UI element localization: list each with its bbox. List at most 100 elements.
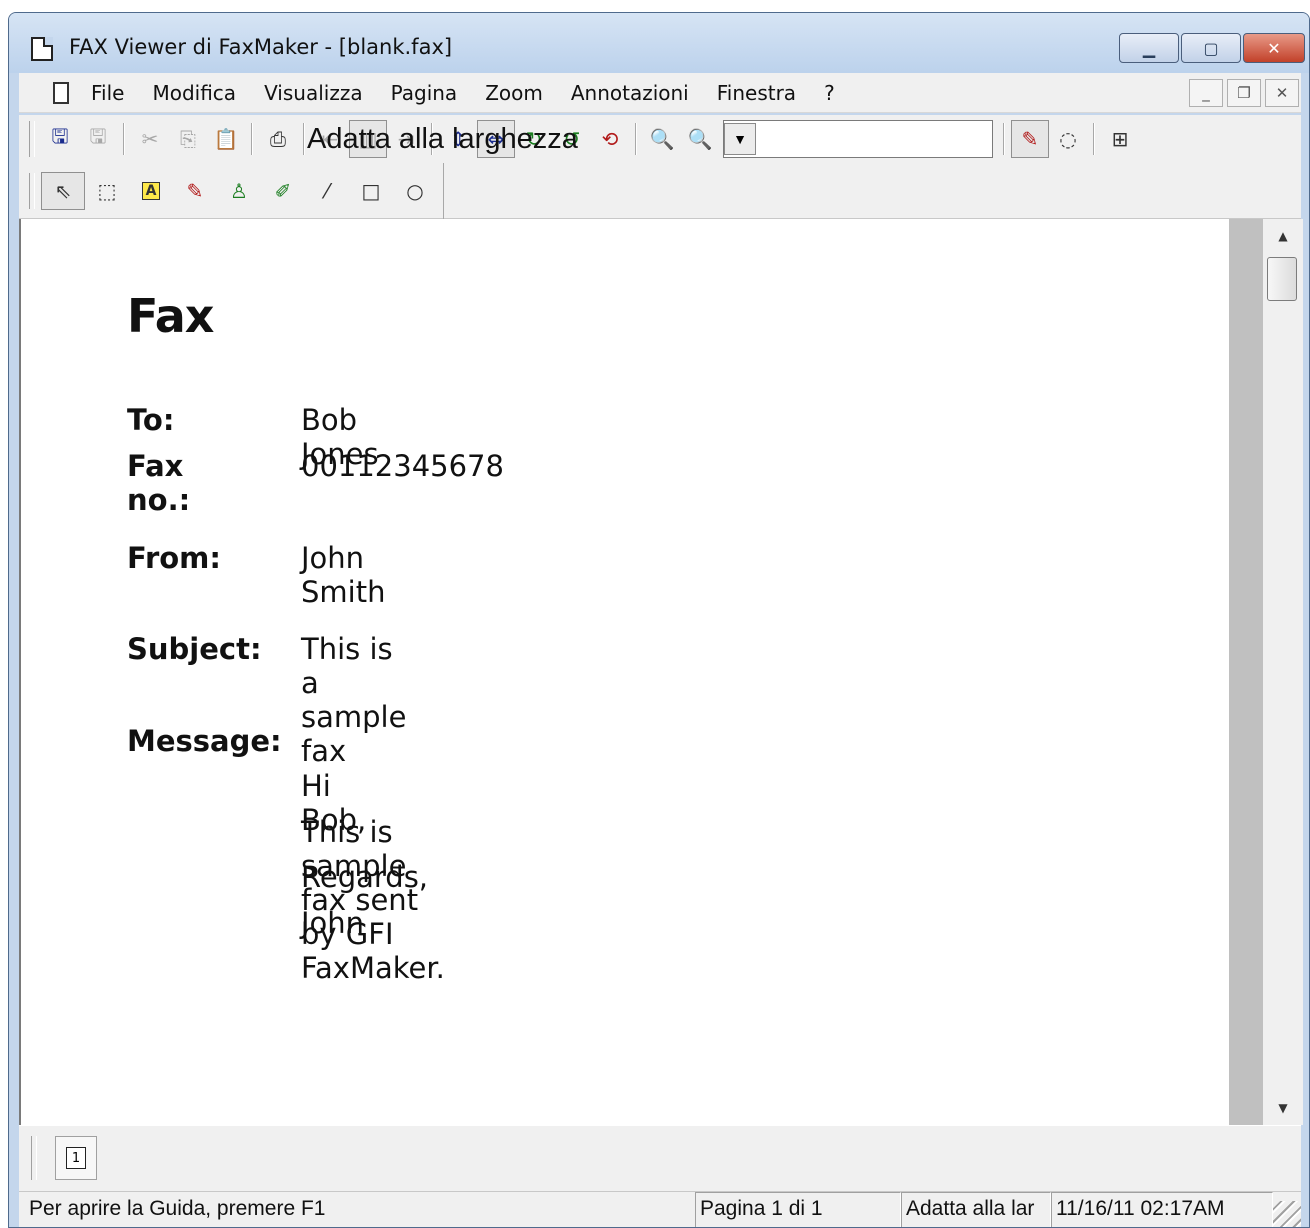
marker-icon: ✐ xyxy=(274,178,292,203)
zoom-in-icon: 🔍 xyxy=(687,127,713,151)
maximize-button[interactable]: ▢ xyxy=(1181,33,1241,63)
toolbar-grip[interactable] xyxy=(29,172,35,209)
message-line: Regards, xyxy=(301,860,429,894)
message-line: John xyxy=(301,906,365,940)
menu-zoom[interactable]: Zoom xyxy=(485,81,543,105)
page-number: 1 xyxy=(66,1147,86,1169)
scrollbar-thumb[interactable] xyxy=(1267,257,1297,301)
select-tool-button[interactable]: ⇖ xyxy=(41,171,85,210)
menu-help[interactable]: ? xyxy=(824,81,835,105)
save-icon: 🖫 xyxy=(51,124,69,148)
window-title: FAX Viewer di FaxMaker - [blank.fax] xyxy=(69,35,453,59)
main-toolbar: 🖫 🖫 ✂ ⎘ 📋 ⎙ ⇤ ▥ ⇥ ⇕ ⇔ ↻ ↺ ⟲ 🔍 🔍 Adatta a… xyxy=(19,115,1301,163)
child-restore-button[interactable]: ❐ xyxy=(1227,79,1261,107)
fax-number-value: 00112345678 xyxy=(301,449,504,483)
minimize-button[interactable]: ▁ xyxy=(1119,33,1179,63)
caption-buttons: ▁ ▢ ✕ xyxy=(1119,33,1305,63)
to-label: To: xyxy=(127,403,175,437)
close-button[interactable]: ✕ xyxy=(1243,33,1305,63)
print-button[interactable]: ⎙ xyxy=(259,120,297,158)
cut-button[interactable]: ✂ xyxy=(131,120,169,158)
restore-icon: ❐ xyxy=(1237,84,1251,102)
print-icon: ⎙ xyxy=(270,127,286,151)
fax-heading: Fax xyxy=(127,289,214,343)
rectangle-icon: □ xyxy=(361,178,381,203)
message-line: This is sample fax sent by GFI FaxMaker. xyxy=(301,815,445,985)
annotation-toolbar: ⇖ ⬚ A ✎ ♙ ✐ ⁄ □ ○ xyxy=(19,162,1301,219)
status-datetime: 11/16/11 02:17AM xyxy=(1051,1192,1273,1227)
thumbnails-icon: ⊞ xyxy=(1111,127,1129,151)
child-window-icon[interactable] xyxy=(53,81,69,104)
from-label: From: xyxy=(127,541,221,575)
menu-finestra[interactable]: Finestra xyxy=(717,81,796,105)
rectangle-tool-button[interactable]: □ xyxy=(349,172,393,210)
menu-pagina[interactable]: Pagina xyxy=(391,81,458,105)
save-button[interactable]: 🖫 xyxy=(41,120,79,158)
lasso-button[interactable]: ◌ xyxy=(1049,120,1087,158)
annotate-pen-button[interactable]: ✎ xyxy=(1011,120,1049,158)
chevron-down-icon[interactable]: ▼ xyxy=(724,123,756,155)
marker-tool-button[interactable]: ✐ xyxy=(261,172,305,210)
minimize-icon: ▁ xyxy=(1142,38,1156,58)
scroll-down-button[interactable]: ▼ xyxy=(1263,1091,1303,1125)
document-icon[interactable] xyxy=(31,37,53,61)
toolbar-separator xyxy=(123,123,125,155)
copy-button[interactable]: ⎘ xyxy=(169,120,207,158)
scroll-up-button[interactable]: ▲ xyxy=(1263,219,1303,253)
child-close-button[interactable]: ✕ xyxy=(1265,79,1299,107)
menu-visualizza[interactable]: Visualizza xyxy=(264,81,363,105)
fax-page[interactable]: Fax To: Bob Jones Fax no.: 00112345678 F… xyxy=(19,219,1263,1125)
close-icon: ✕ xyxy=(1275,84,1289,102)
title-bar[interactable]: FAX Viewer di FaxMaker - [blank.fax] ▁ ▢… xyxy=(9,13,1309,73)
save-as-button[interactable]: 🖫 xyxy=(79,120,117,158)
resize-grip[interactable] xyxy=(1273,1201,1301,1227)
flip-button[interactable]: ⟲ xyxy=(591,120,629,158)
fax-number-label: Fax no.: xyxy=(127,449,191,517)
paste-icon: 📋 xyxy=(213,127,239,151)
zoom-out-icon: 🔍 xyxy=(649,127,675,151)
chevron-down-icon: ▼ xyxy=(1278,1101,1288,1115)
child-minimize-button[interactable]: _ xyxy=(1189,79,1223,107)
text-annotation-icon: A xyxy=(141,181,161,200)
copy-icon: ⎘ xyxy=(180,127,196,151)
ellipse-tool-button[interactable]: ○ xyxy=(393,172,437,210)
lasso-icon: ◌ xyxy=(1059,127,1077,151)
thumbnails-button[interactable]: ⊞ xyxy=(1101,120,1139,158)
page-selector-bar: 1 xyxy=(19,1125,1301,1191)
highlighter-tool-button[interactable]: ✎ xyxy=(173,172,217,210)
paste-button[interactable]: 📋 xyxy=(207,120,245,158)
from-value: John Smith xyxy=(301,541,386,609)
menu-file[interactable]: File xyxy=(91,81,124,105)
zoom-select-value: Adatta alla larghezza xyxy=(307,122,578,155)
toolbar-grip[interactable] xyxy=(29,121,35,157)
child-window-buttons: _ ❐ ✕ xyxy=(1189,79,1299,107)
minimize-icon: _ xyxy=(1202,84,1210,102)
menu-annotazioni[interactable]: Annotazioni xyxy=(571,81,689,105)
toolbar-separator xyxy=(635,123,637,155)
app-window: FAX Viewer di FaxMaker - [blank.fax] ▁ ▢… xyxy=(8,12,1310,1228)
vertical-scrollbar[interactable]: ▲ ▼ xyxy=(1263,219,1303,1125)
menu-modifica[interactable]: Modifica xyxy=(152,81,236,105)
stamp-tool-button[interactable]: ♙ xyxy=(217,172,261,210)
toolbar-separator xyxy=(1093,123,1095,155)
status-page: Pagina 1 di 1 xyxy=(695,1192,901,1227)
stamp-icon: ♙ xyxy=(230,178,248,203)
toolbar-grip[interactable] xyxy=(31,1136,37,1180)
toolbar-separator xyxy=(1003,123,1005,155)
zoom-out-button[interactable]: 🔍 xyxy=(643,120,681,158)
text-annotation-tool-button[interactable]: A xyxy=(129,172,173,210)
menu-bar: File Modifica Visualizza Pagina Zoom Ann… xyxy=(19,73,1301,113)
highlighter-icon: ✎ xyxy=(186,178,204,203)
zoom-select[interactable]: Adatta alla larghezza ▼ xyxy=(307,120,993,158)
flip-icon: ⟲ xyxy=(601,127,619,151)
ellipse-icon: ○ xyxy=(406,178,424,203)
save-as-icon: 🖫 xyxy=(89,124,107,148)
rectangle-select-tool-button[interactable]: ⬚ xyxy=(85,172,129,210)
zoom-in-button[interactable]: 🔍 xyxy=(681,120,719,158)
page-1-button[interactable]: 1 xyxy=(55,1136,97,1180)
line-tool-button[interactable]: ⁄ xyxy=(305,172,349,210)
close-icon: ✕ xyxy=(1267,38,1281,58)
subject-label: Subject: xyxy=(127,632,262,666)
status-bar: Per aprire la Guida, premere F1 Pagina 1… xyxy=(19,1191,1301,1227)
toolbar-end xyxy=(443,162,445,219)
